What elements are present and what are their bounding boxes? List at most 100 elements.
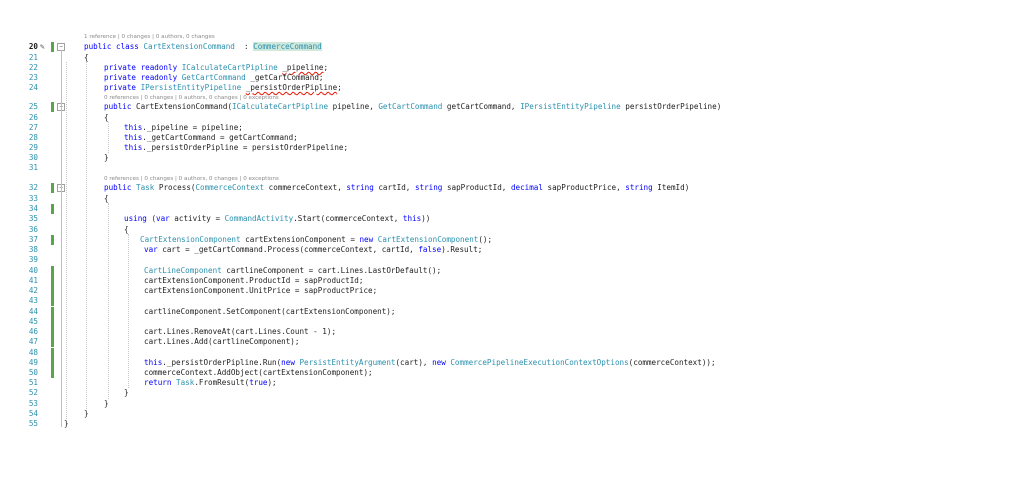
code-line[interactable]: 23 private readonly GetCartCommand _getCa… <box>0 73 1024 83</box>
code-line[interactable]: 55} <box>0 419 1024 429</box>
change-marker <box>51 286 54 296</box>
code-line[interactable]: 29 this._persistOrderPipline = persistOrd… <box>0 143 1024 153</box>
line-number: 34 <box>28 204 38 213</box>
code-line[interactable]: 27 this._pipeline = pipeline; <box>0 123 1024 133</box>
code-token: cart.Lines.Add(cartlineComponent); <box>144 337 300 346</box>
code-line[interactable]: 25− public CartExtensionCommand(ICalculat… <box>0 102 1024 112</box>
line-number: 37 <box>28 235 38 244</box>
code-token: ).Result; <box>441 245 483 254</box>
code-token: ; <box>323 63 329 72</box>
code-line[interactable]: 35 using (var activity = CommandActivity.… <box>0 214 1024 224</box>
code-line[interactable]: 44 cartlineComponent.SetComponent(cartExt… <box>0 307 1024 317</box>
line-number: 26 <box>28 113 38 122</box>
line-number: 40 <box>28 266 38 275</box>
outline-line <box>61 110 62 161</box>
code-token: )) <box>421 214 431 223</box>
code-line[interactable]: 42 cartExtensionComponent.UnitPrice = sap… <box>0 286 1024 296</box>
codelens-class-references[interactable]: 1 reference | 0 changes | 0 authors, 0 c… <box>84 33 215 41</box>
code-token: CommandActivity <box>224 214 294 223</box>
code-line[interactable]: 33 { <box>0 194 1024 204</box>
code-text: using (var activity = CommandActivity.St… <box>124 214 430 224</box>
code-token: this <box>124 133 143 142</box>
code-token: IPersistEntityPipeline <box>520 102 621 111</box>
code-line[interactable]: 46 cart.Lines.RemoveAt(cart.Lines.Count -… <box>0 327 1024 337</box>
code-line[interactable]: 40 CartLineComponent cartlineComponent = … <box>0 266 1024 276</box>
line-number: 52 <box>28 388 38 397</box>
code-token: private <box>104 83 141 92</box>
line-number: 30 <box>28 153 38 162</box>
code-token: cartlineComponent = cart.Lines.LastOrDef… <box>221 266 442 275</box>
code-token: new <box>432 358 451 367</box>
code-line[interactable]: 45 <box>0 317 1024 327</box>
code-line[interactable]: 21 { <box>0 53 1024 63</box>
code-line[interactable]: 36 { <box>0 225 1024 235</box>
code-line[interactable]: 39 <box>0 255 1024 265</box>
code-line[interactable]: 30} <box>0 153 1024 163</box>
code-token: CommerceContext <box>195 183 265 192</box>
code-text: this._getCartCommand = getCartCommand; <box>124 133 298 143</box>
line-number: 49 <box>28 358 38 367</box>
code-line[interactable]: 48 <box>0 348 1024 358</box>
code-token: commerceContext.AddObject(cartExtensionC… <box>144 368 373 377</box>
code-token: cartExtensionComponent.ProductId = sapPr… <box>144 276 364 285</box>
code-token: ._persistOrderPipline = persistOrderPipe… <box>142 143 349 152</box>
code-line[interactable]: 22 private readonly ICalculateCartPipline… <box>0 63 1024 73</box>
code-line[interactable]: 52} <box>0 388 1024 398</box>
code-token: false <box>418 245 442 254</box>
code-editor[interactable]: 1 reference | 0 changes | 0 authors, 0 c… <box>0 30 1024 450</box>
codelens-process-references[interactable]: 0 references | 0 changes | 0 authors, 0 … <box>104 175 279 183</box>
line-number: 36 <box>28 225 38 234</box>
code-line[interactable]: 51 return Task.FromResult(true); <box>0 378 1024 388</box>
code-token: pipeline, <box>328 102 379 111</box>
code-token: CommerceCommand <box>253 42 322 51</box>
code-line[interactable]: 32− public Task Process(CommerceContext c… <box>0 183 1024 193</box>
codelens-constructor-references[interactable]: 0 references | 0 changes | 0 authors, 0 … <box>104 94 279 102</box>
code-text: cartExtensionComponent.UnitPrice = sapPr… <box>144 286 377 296</box>
line-number: 28 <box>28 133 38 142</box>
code-token: } <box>64 419 69 428</box>
code-token: : <box>234 42 254 51</box>
code-line[interactable]: 31 <box>0 163 1024 173</box>
code-token: this <box>124 143 143 152</box>
code-line[interactable]: 20 ✎ − public class CartExtensionCommand : … <box>0 42 1024 52</box>
code-token: (cart), <box>395 358 433 367</box>
change-marker <box>51 42 54 52</box>
code-token: PersistEntityArgument <box>299 358 396 367</box>
code-text: } <box>104 399 109 409</box>
code-line[interactable]: 37 CartExtensionComponent cartExtensionCo… <box>0 235 1024 245</box>
code-line[interactable]: 38 var cart = _getCartCommand.Process(com… <box>0 245 1024 255</box>
code-line[interactable]: 49 this._persistOrderPipline.Run(new Pers… <box>0 358 1024 368</box>
line-number: 47 <box>28 337 38 346</box>
code-token: cartExtensionComponent.UnitPrice = sapPr… <box>144 286 378 295</box>
code-token: GetCartCommand <box>378 102 443 111</box>
code-line[interactable]: 34 <box>0 204 1024 214</box>
line-number: 21 <box>28 53 38 62</box>
code-token: ._getCartCommand = getCartCommand; <box>142 133 298 142</box>
code-text: var cart = _getCartCommand.Process(comme… <box>144 245 482 255</box>
change-marker <box>51 102 54 112</box>
line-number: 23 <box>28 73 38 82</box>
code-line[interactable]: 47 cart.Lines.Add(cartlineComponent); <box>0 337 1024 347</box>
outline-line <box>61 191 62 407</box>
code-line[interactable]: 43 <box>0 296 1024 306</box>
code-line[interactable]: 41 cartExtensionComponent.ProductId = sap… <box>0 276 1024 286</box>
code-line[interactable]: 28 this._getCartCommand = getCartCommand; <box>0 133 1024 143</box>
indent-guide <box>108 203 109 399</box>
code-line[interactable]: 24 private IPersistEntityPipeline _persis… <box>0 83 1024 93</box>
code-token: CartExtensionComponent <box>140 235 241 244</box>
code-line[interactable]: 50 commerceContext.AddObject(cartExtensio… <box>0 368 1024 378</box>
code-token: private readonly <box>104 63 182 72</box>
code-token: _persistOrderPipline <box>245 83 338 92</box>
code-text: commerceContext.AddObject(cartExtensionC… <box>144 368 373 378</box>
code-token: string <box>625 183 653 192</box>
code-text: public CartExtensionCommand(ICalculateCa… <box>104 102 721 112</box>
code-line[interactable]: 26 { <box>0 113 1024 123</box>
change-marker <box>51 358 54 368</box>
code-token: .FromResult( <box>194 378 250 387</box>
code-token: ICalculateCartPipline <box>232 102 329 111</box>
code-line[interactable]: 53} <box>0 399 1024 409</box>
change-marker <box>51 183 54 193</box>
code-token: CartExtensionComponent <box>377 235 479 244</box>
code-text: } <box>84 409 89 419</box>
code-line[interactable]: 54} <box>0 409 1024 419</box>
